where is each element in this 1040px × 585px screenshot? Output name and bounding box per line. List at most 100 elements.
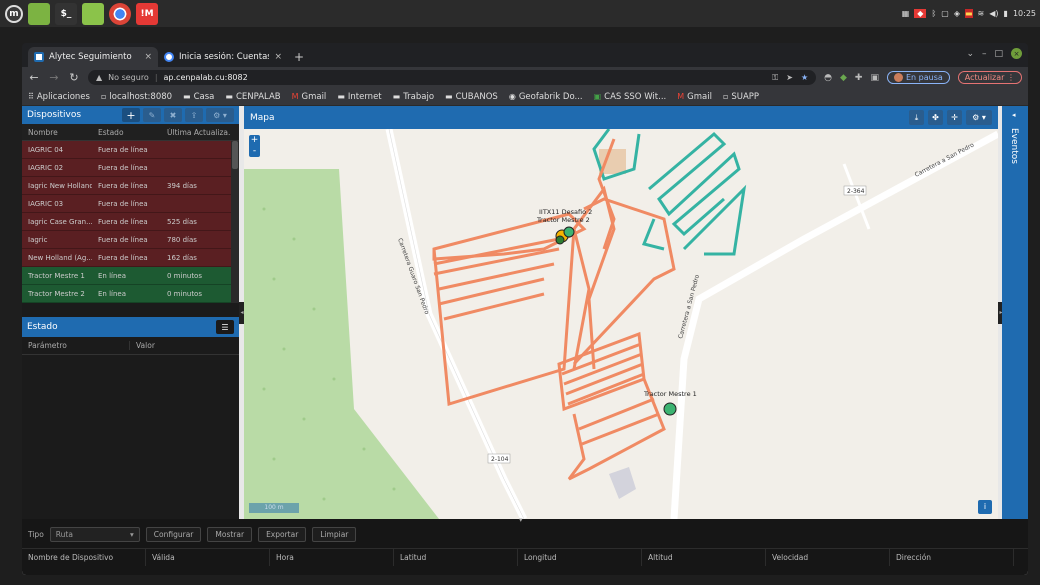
table-row[interactable]: Iagric New Holland Fuera de línea 394 días (22, 177, 239, 195)
star-icon[interactable]: ★ (801, 73, 808, 82)
show-button[interactable]: Mostrar (207, 526, 253, 542)
tractor-marker-icon[interactable] (555, 235, 565, 245)
menu-icon[interactable]: m (5, 4, 23, 23)
table-row[interactable]: IAGRIC 04 Fuera de línea (22, 141, 239, 159)
paw-icon[interactable]: ✤ (928, 110, 943, 125)
history-column[interactable]: Longitud (518, 548, 642, 566)
column-updated[interactable]: Última Actualiza... (161, 128, 231, 137)
share-icon[interactable]: ➤ (786, 73, 793, 82)
warning-icon[interactable]: ▲ (96, 73, 102, 82)
history-column[interactable]: Velocidad (766, 548, 890, 566)
update-button[interactable]: Actualizar ⋮ (957, 71, 1022, 84)
tractor-marker-icon[interactable] (663, 402, 677, 416)
flag-icon[interactable]: ▬ (964, 9, 973, 18)
history-column[interactable]: Hora (270, 548, 394, 566)
terminal-icon[interactable]: $_ (55, 2, 77, 25)
table-row[interactable]: New Holland (Ag... Fuera de línea 162 días (22, 249, 239, 267)
clipboard-icon[interactable]: ▢ (941, 9, 949, 18)
zoom-in-button[interactable]: + (249, 135, 260, 146)
history-column[interactable]: Dirección (890, 548, 1014, 566)
key-icon[interactable]: ⚿ (772, 73, 778, 83)
remove-icon[interactable]: ✖ (164, 108, 182, 122)
close-window-icon[interactable]: × (1011, 48, 1022, 59)
download-icon[interactable]: ⤓ (909, 110, 924, 125)
clock[interactable]: 10:25 (1013, 9, 1036, 18)
type-select[interactable]: Ruta ▾ (49, 526, 140, 542)
locate-icon[interactable]: ✛ (947, 110, 962, 125)
history-column[interactable]: Altitud (642, 548, 766, 566)
minimize-icon[interactable]: – (982, 49, 987, 59)
table-row[interactable]: Iagric Fuera de línea 780 días (22, 231, 239, 249)
clear-button[interactable]: Limpiar (312, 526, 357, 542)
close-icon[interactable]: × (144, 52, 152, 62)
back-icon[interactable]: ← (28, 71, 40, 84)
bookmark-item[interactable]: ▬ Casa (183, 92, 214, 102)
add-icon[interactable]: + (122, 108, 140, 122)
tractor-marker-icon[interactable] (563, 226, 575, 238)
wifi-icon[interactable]: ≋ (978, 9, 985, 18)
export-button[interactable]: Exportar (258, 526, 307, 542)
map-settings-icon[interactable]: ⚙ ▾ (966, 110, 992, 125)
extension-icon[interactable]: ◆ (840, 73, 847, 83)
table-row[interactable]: IAGRIC 02 Fuera de línea (22, 159, 239, 177)
info-button[interactable]: i (978, 500, 992, 514)
edit-icon[interactable]: ✎ (143, 108, 161, 122)
tab-search-icon[interactable]: ⌄ (966, 49, 974, 59)
table-row[interactable]: IAGRIC 03 Fuera de línea (22, 195, 239, 213)
history-column[interactable]: Latitud (394, 548, 518, 566)
bookmark-item[interactable]: ▣ CAS SSO Wit... (594, 92, 667, 102)
vpn-icon[interactable]: ◆ (914, 9, 927, 18)
keyboard-icon[interactable]: ▦ (902, 9, 910, 18)
bookmark-item[interactable]: ▬ CENPALAB (225, 92, 280, 102)
map-canvas[interactable]: Carretera a San Pedro Carretera a San Pe… (244, 129, 998, 519)
table-row[interactable]: Tractor Mestre 2 En línea 0 minutos (22, 285, 239, 303)
chrome-icon[interactable] (109, 2, 131, 25)
devices-scrollbar[interactable] (231, 141, 239, 303)
bookmark-item[interactable]: M Gmail (292, 92, 327, 102)
app-icon[interactable]: !M (136, 2, 158, 25)
table-row[interactable]: Tractor Mestre 1 En línea 0 minutos (22, 267, 239, 285)
bluetooth-icon[interactable]: ᛒ (931, 9, 936, 18)
forward-icon[interactable]: → (48, 71, 60, 84)
volume-icon[interactable]: ◀) (989, 9, 998, 18)
bookmark-item[interactable]: ▬ Internet (337, 92, 381, 102)
battery-icon[interactable]: ▮ (1004, 9, 1008, 18)
upload-icon[interactable]: ⇪ (185, 108, 203, 122)
reload-icon[interactable]: ↻ (68, 71, 80, 84)
column-value[interactable]: Valor (130, 341, 155, 350)
tab-alytec[interactable]: Alytec Seguimiento × (28, 47, 158, 67)
expand-icon[interactable]: ◂ (1012, 111, 1016, 119)
bookmark-item[interactable]: ◉ Geofabrik Do... (509, 92, 583, 102)
events-panel[interactable]: ◂ Eventos (1002, 106, 1028, 519)
panel-resize-icon[interactable]: ▾ (519, 516, 523, 524)
address-bar[interactable]: ▲ No seguro | ap.cenpalab.cu:8082 ⚿ ➤ ★ (88, 70, 817, 85)
sidepanel-icon[interactable]: ▣ (870, 73, 879, 83)
close-icon[interactable]: × (274, 52, 282, 62)
zoom-out-button[interactable]: - (249, 146, 260, 157)
files-icon[interactable] (28, 2, 50, 25)
folder-icon[interactable] (82, 2, 104, 25)
column-status[interactable]: Estado (92, 128, 161, 137)
incognito-icon[interactable]: ◓ (824, 73, 832, 83)
bookmark-item[interactable]: M Gmail (677, 92, 712, 102)
configure-button[interactable]: Configurar (145, 526, 202, 542)
bookmark-item[interactable]: ▬ CUBANOS (445, 92, 498, 102)
puzzle-icon[interactable]: ✚ (855, 73, 863, 83)
bookmark-item[interactable]: ⠿ Aplicaciones (28, 92, 90, 102)
tab-login[interactable]: Inicia sesión: Cuentas de × (158, 47, 288, 67)
settings-icon[interactable]: ⚙ ▾ (206, 108, 234, 122)
column-name[interactable]: Nombre (22, 128, 92, 137)
list-icon[interactable]: ☰ (216, 320, 234, 334)
shield-icon[interactable]: ◈ (954, 9, 960, 18)
new-tab-button[interactable]: + (294, 50, 304, 64)
scrollbar-thumb[interactable] (232, 141, 238, 169)
bookmark-item[interactable]: ▫ SUAPP (723, 92, 759, 102)
table-row[interactable]: Iagric Case Gran... Fuera de línea 525 día… (22, 213, 239, 231)
bookmark-item[interactable]: ▫ localhost:8080 (101, 92, 172, 102)
profile-button[interactable]: En pausa (886, 71, 950, 84)
maximize-icon[interactable]: □ (994, 49, 1003, 59)
bookmark-item[interactable]: ▬ Trabajo (393, 92, 434, 102)
history-column[interactable]: Nombre de Dispositivo (22, 548, 146, 566)
history-column[interactable]: Válida (146, 548, 270, 566)
column-parameter[interactable]: Parámetro (22, 341, 130, 350)
